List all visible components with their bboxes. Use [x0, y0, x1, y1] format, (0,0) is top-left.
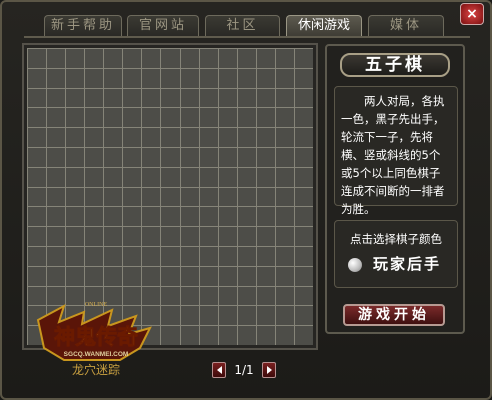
rules-description: 两人对局，各执一色，黑子先出手，轮流下一子，先将横、竖或斜线的5个或5个以上同色… [334, 86, 458, 216]
page-indicator: 1/1 [234, 363, 254, 377]
start-game-button[interactable]: 游戏开始 [343, 304, 445, 326]
prev-page-button[interactable] [212, 362, 226, 378]
logo-online-text: ONLINE [85, 302, 108, 308]
tab-underline [24, 36, 470, 38]
player-order-label[interactable]: 玩家后手 [373, 253, 441, 274]
white-piece-radio-icon[interactable] [348, 258, 362, 272]
logo-title-text: 神鬼传奇 [54, 324, 138, 349]
tab-beginner-help[interactable]: 新手帮助 [44, 15, 122, 36]
next-page-button[interactable] [262, 362, 276, 378]
tab-official-site[interactable]: 官网站 [127, 15, 199, 36]
piece-color-selector: 点击选择棋子颜色 玩家后手 [334, 220, 458, 288]
logo-subtitle-text: 龙穴迷踪 [72, 362, 120, 377]
tab-community[interactable]: 社区 [205, 15, 280, 36]
tab-casual-games[interactable]: 休闲游戏 [286, 15, 362, 36]
tab-media[interactable]: 媒体 [368, 15, 444, 36]
game-title: 五子棋 [340, 53, 450, 77]
logo-site-text: SGCQ.WANMEI.COM [64, 351, 129, 358]
game-logo: ONLINE 神鬼传奇 SGCQ.WANMEI.COM 龙穴迷踪 [36, 302, 152, 377]
close-button[interactable]: × [460, 3, 484, 25]
choose-color-label: 点击选择棋子颜色 [350, 232, 442, 246]
